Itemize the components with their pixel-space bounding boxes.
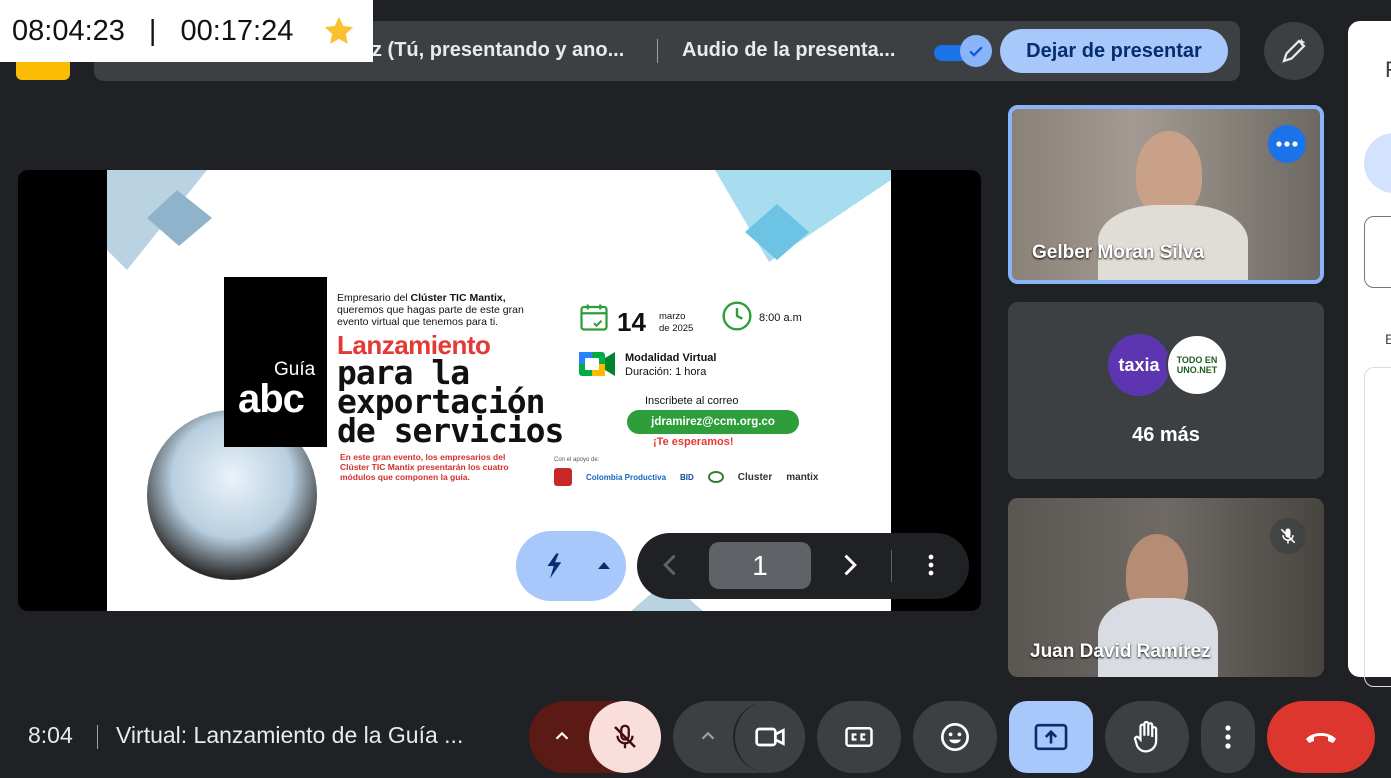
previous-slide-icon[interactable] (657, 551, 685, 579)
side-panel: F E (1348, 21, 1391, 687)
divider (891, 550, 892, 582)
presenter-status: z (Tú, presentando y ano... (372, 39, 625, 61)
audio-options-chevron-icon[interactable] (551, 725, 573, 747)
chamber-logo-icon (554, 468, 572, 486)
slide-title-rest: para la exportación de servicios (337, 353, 564, 450)
more-vert-icon (1225, 725, 1231, 749)
emoji-icon (941, 723, 969, 751)
event-day: 14 (617, 307, 646, 337)
timer-clock: 08:04:23 (12, 14, 125, 47)
slide-navigation: 1 (637, 533, 969, 599)
google-meet-icon (579, 352, 615, 376)
avatar: taxia (1108, 334, 1170, 396)
sponsor-logo-icon (707, 471, 724, 483)
sponsor-logo: mantix (786, 471, 819, 483)
side-panel-list (1364, 367, 1391, 687)
presentation-audio-toggle[interactable] (932, 35, 992, 67)
timer-separator: | (148, 14, 157, 47)
avatar: TODO EN UNO.NET (1166, 334, 1228, 396)
meeting-title[interactable]: Virtual: Lanzamiento de la Guía ... (116, 722, 463, 749)
more-horiz-icon (1276, 141, 1298, 147)
timer-elapsed: 00:17:24 (180, 14, 294, 47)
register-label: Inscribete al correo (645, 395, 739, 407)
raise-hand-button[interactable] (1105, 701, 1189, 773)
check-icon (960, 35, 992, 67)
laser-pointer-icon (547, 553, 562, 579)
decoration-shape (107, 170, 212, 270)
muted-indicator (1270, 518, 1306, 554)
stop-presenting-button[interactable]: Dejar de presentar (1000, 29, 1228, 73)
closed-captions-icon (845, 727, 873, 747)
pen-icon (1282, 38, 1306, 63)
participant-video (1136, 131, 1202, 215)
leave-call-button[interactable] (1267, 701, 1375, 773)
guia-abc-logo: Guía abc (224, 277, 327, 447)
register-email: jdramirez@ccm.org.co (627, 410, 799, 434)
clock-icon (722, 301, 752, 331)
meeting-clock: 8:04 (28, 722, 73, 748)
decoration-shape (715, 170, 891, 262)
participant-tile-speaker[interactable]: Gelber Moran Silva (1008, 105, 1324, 284)
star-icon[interactable] (322, 14, 356, 48)
divider (97, 725, 98, 749)
sponsor-logo: Cluster (737, 471, 773, 483)
sponsor-logo: BID (680, 472, 694, 482)
sponsor-logo: Colombia Productiva (586, 472, 667, 482)
participant-name: Juan David Ramírez (1030, 641, 1211, 662)
participant-tile-others[interactable]: taxia TODO EN UNO.NET 46 más (1008, 302, 1324, 479)
side-panel-label: E (1385, 331, 1391, 347)
event-time: 8:00 a.m (759, 312, 802, 324)
slide-closing: ¡Te esperamos! (653, 436, 734, 448)
event-modality: Modalidad Virtual Duración: 1 hora (625, 352, 717, 378)
side-panel-title: F (1385, 57, 1391, 83)
hand-icon (1133, 720, 1158, 753)
caret-up-icon[interactable] (596, 558, 612, 574)
presentation-audio-label: Audio de la presenta... (682, 39, 896, 61)
captions-button[interactable] (817, 701, 901, 773)
mic-off-icon (614, 724, 636, 749)
slide-description: En este gran evento, los empresarios del… (340, 452, 509, 482)
next-slide-icon[interactable] (835, 551, 863, 579)
mic-off-icon (1280, 528, 1296, 544)
video-camera-icon (755, 727, 785, 747)
calendar-icon (580, 304, 608, 331)
reactions-button[interactable] (913, 701, 997, 773)
side-panel-avatar[interactable] (1364, 133, 1391, 193)
camera-toggle-button[interactable] (733, 701, 805, 773)
slide-intro-text: Empresario del Clúster TIC Mantix, quere… (337, 292, 524, 328)
sponsor-logos: Colombia Productiva BID Cluster mantix (554, 468, 818, 486)
divider (657, 39, 658, 63)
side-panel-input[interactable] (1364, 216, 1391, 288)
participant-options-button[interactable] (1268, 125, 1306, 163)
present-now-button[interactable] (1009, 701, 1093, 773)
laser-pointer-button[interactable] (516, 531, 626, 601)
participant-name: Gelber Moran Silva (1032, 242, 1205, 263)
microphone-toggle-button[interactable] (589, 701, 661, 773)
microphone-control-group (529, 701, 661, 773)
video-options-chevron-icon[interactable] (697, 725, 719, 747)
present-to-all-icon (1034, 723, 1068, 751)
camera-control-group (673, 701, 805, 773)
call-end-icon (1306, 733, 1336, 743)
more-participants-count: 46 más (1132, 424, 1200, 446)
annotate-pen-button[interactable] (1264, 22, 1324, 80)
event-month: marzo de 2025 (659, 311, 694, 334)
timer-overlay: 08:04:23 | 00:17:24 (0, 0, 373, 62)
more-options-button[interactable] (1201, 701, 1255, 773)
sponsors-label: Con el apoyo de: (554, 457, 600, 463)
participant-tile-juan[interactable]: Juan David Ramírez (1008, 498, 1324, 677)
more-vert-icon[interactable] (927, 553, 935, 577)
slide-page-number[interactable]: 1 (709, 542, 811, 589)
